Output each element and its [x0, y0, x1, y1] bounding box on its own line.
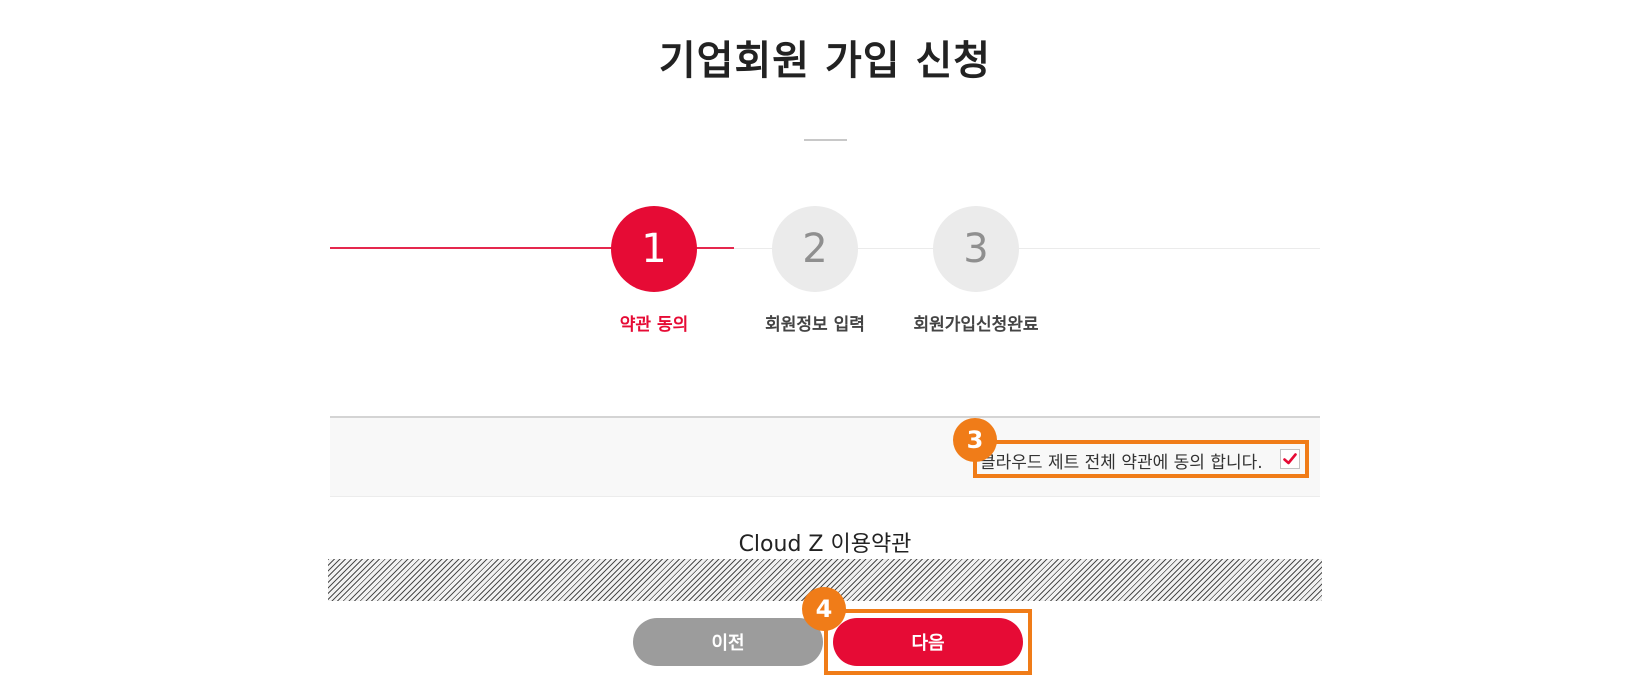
- terms-title: Cloud Z 이용약관: [738, 532, 912, 557]
- title-divider: [804, 139, 847, 141]
- agree-all-label[interactable]: 클라우드 제트 전체 약관에 동의 합니다.: [980, 448, 1263, 473]
- annotation-badge-4: 4: [802, 587, 846, 631]
- step-3-circle: 3: [933, 206, 1019, 292]
- step-1-label: 약관 동의: [619, 315, 689, 335]
- page-title: 기업회원 가입 신청: [658, 38, 992, 84]
- agree-all-checkbox[interactable]: [1280, 449, 1300, 469]
- next-button[interactable]: 다음: [833, 618, 1023, 666]
- checkmark-icon: [1283, 453, 1297, 465]
- step-2-circle: 2: [772, 206, 858, 292]
- step-1-circle: 1: [611, 206, 697, 292]
- prev-button[interactable]: 이전: [633, 618, 823, 666]
- step-3-label: 회원가입신청완료: [913, 315, 1039, 335]
- annotation-badge-3: 3: [953, 418, 997, 462]
- step-2-label: 회원정보 입력: [765, 315, 865, 335]
